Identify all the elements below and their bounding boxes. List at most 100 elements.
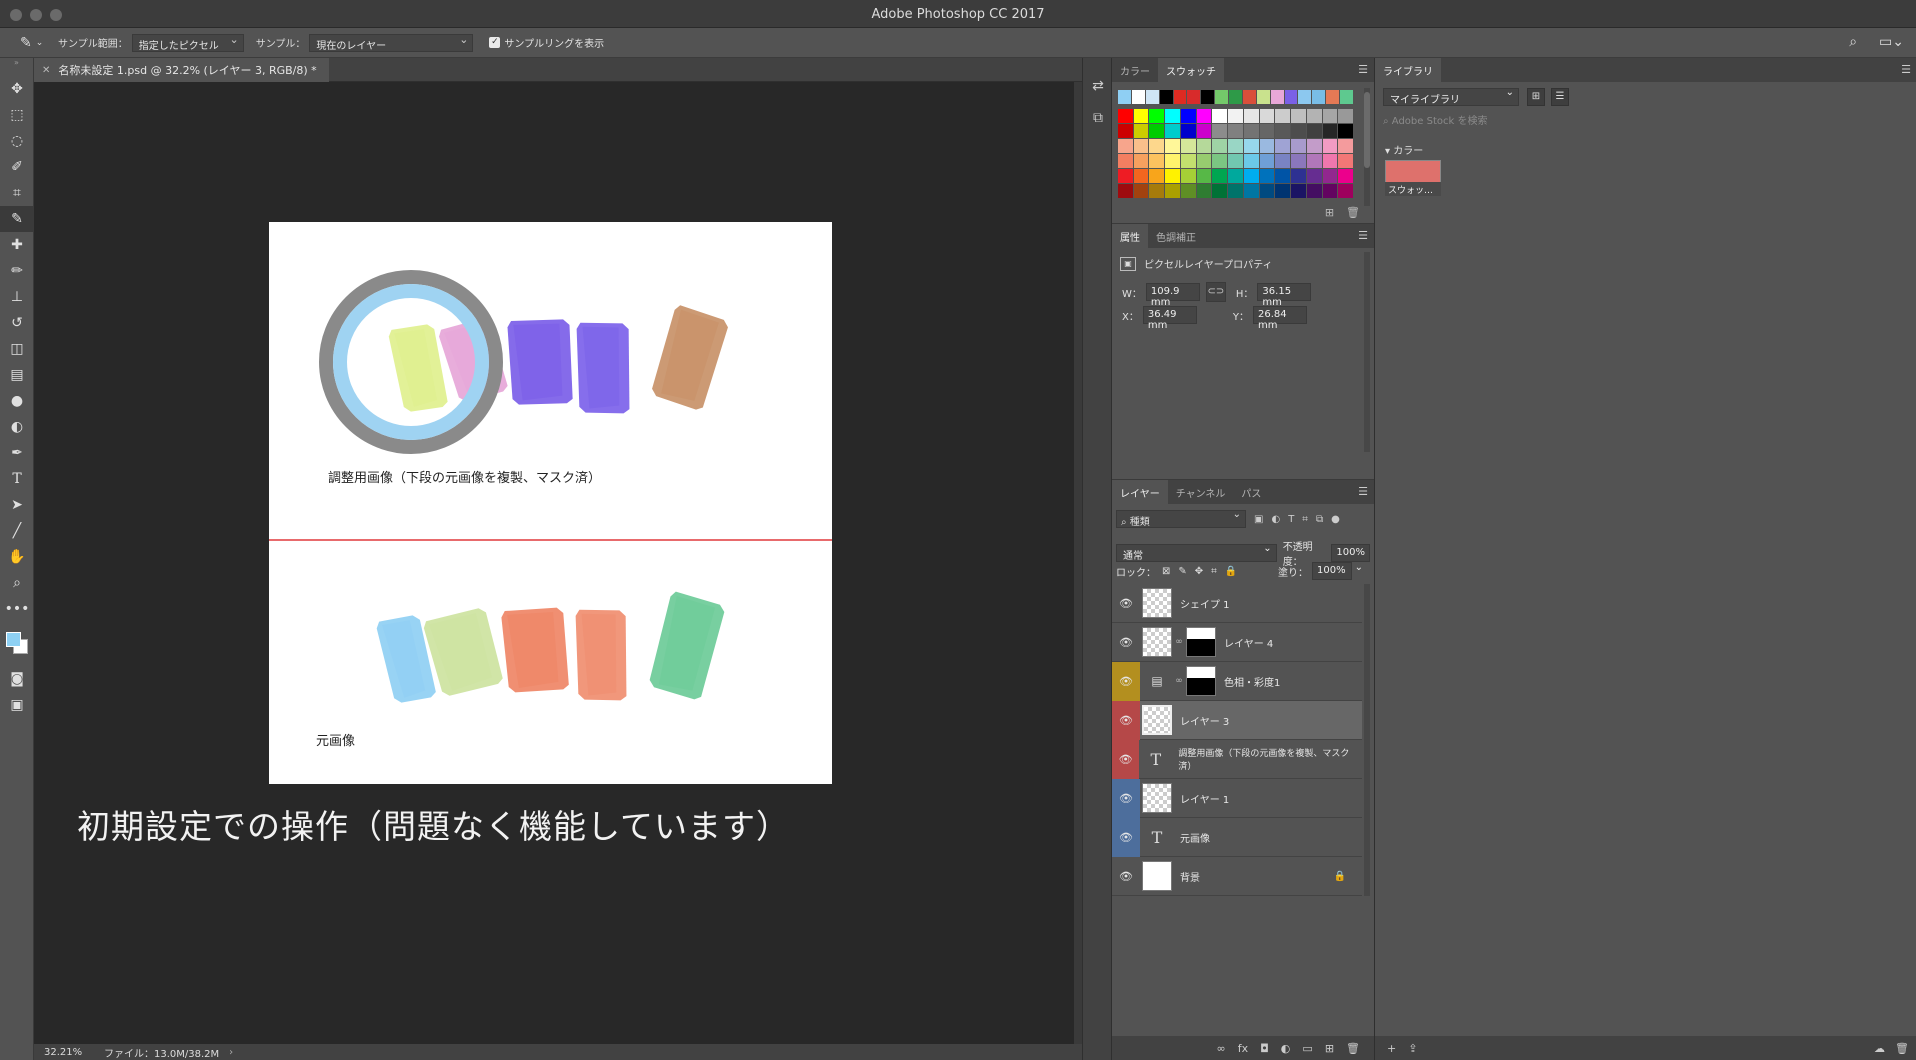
swatch[interactable] <box>1133 154 1149 168</box>
swatch[interactable] <box>1275 139 1291 153</box>
swatches-scrollbar[interactable] <box>1364 88 1370 206</box>
swatch[interactable] <box>1228 139 1243 153</box>
clone-stamp-icon[interactable]: ⊥ <box>0 284 34 310</box>
swatch[interactable] <box>1291 139 1306 153</box>
eyedropper-icon[interactable]: ✎ ⌄ <box>20 34 46 52</box>
filter-adjustment-icon[interactable]: ◐ <box>1271 514 1280 525</box>
layer-row[interactable]: 👁 レイヤー 1 <box>1112 778 1362 818</box>
add-content-icon[interactable]: + <box>1387 1042 1396 1055</box>
swatch[interactable] <box>1149 154 1165 168</box>
swatch[interactable] <box>1118 109 1133 123</box>
filter-pixel-icon[interactable]: ▣ <box>1254 514 1263 525</box>
layers-scrollbar[interactable] <box>1364 584 1370 896</box>
type-icon[interactable]: T <box>0 466 34 492</box>
swatch[interactable] <box>1212 109 1228 123</box>
swatch[interactable] <box>1159 90 1173 104</box>
swatch[interactable] <box>1180 139 1196 153</box>
swatch[interactable] <box>1118 139 1133 153</box>
swatch[interactable] <box>1215 90 1228 104</box>
swatch[interactable] <box>1149 184 1165 198</box>
swatch[interactable] <box>1118 154 1133 168</box>
swatch[interactable] <box>1133 184 1149 198</box>
history-brush-icon[interactable]: ↺ <box>0 310 34 336</box>
new-swatch-icon[interactable]: ⊞ <box>1325 206 1334 219</box>
layer-row[interactable]: 👁 シェイプ 1 <box>1112 584 1362 623</box>
swatch[interactable] <box>1338 124 1354 138</box>
filter-toggle-icon[interactable]: ● <box>1331 514 1340 525</box>
swatch[interactable] <box>1338 109 1354 123</box>
adjust-panel-icon[interactable]: ⧉ <box>1083 102 1113 134</box>
status-menu-arrow[interactable]: › <box>229 1047 233 1058</box>
swatch[interactable] <box>1165 124 1180 138</box>
creative-cloud-icon[interactable]: ☁ <box>1874 1042 1885 1055</box>
swatch[interactable] <box>1196 124 1212 138</box>
chain-link-icon[interactable]: ∞ <box>1174 676 1184 686</box>
layer-row-selected[interactable]: 👁 レイヤー 3 <box>1112 700 1362 740</box>
marquee-icon[interactable]: ⬚ <box>0 102 34 128</box>
swatch[interactable] <box>1165 109 1180 123</box>
lock-pixels-icon[interactable]: ✎ <box>1178 566 1186 577</box>
layer-row[interactable]: 👁 ▤ ∞ 色相・彩度1 <box>1112 661 1362 701</box>
swatch[interactable] <box>1228 109 1243 123</box>
filter-type-icon[interactable]: T <box>1288 514 1294 525</box>
swatch[interactable] <box>1256 90 1270 104</box>
swatch[interactable] <box>1338 139 1354 153</box>
opacity-field[interactable]: 100% <box>1331 544 1380 562</box>
swatch[interactable] <box>1228 154 1243 168</box>
swatch[interactable] <box>1338 184 1354 198</box>
properties-scrollbar[interactable] <box>1364 252 1370 452</box>
tab-properties[interactable]: 属性 <box>1112 224 1148 248</box>
swatch[interactable] <box>1243 154 1259 168</box>
lasso-icon[interactable]: ◌ <box>0 128 34 154</box>
swatch[interactable] <box>1133 109 1149 123</box>
more-tools-icon[interactable]: ••• <box>0 596 34 622</box>
layer-row[interactable]: 👁 T 元画像 <box>1112 817 1362 857</box>
visibility-eye-icon[interactable]: 👁 <box>1112 778 1140 818</box>
swatch[interactable] <box>1149 139 1165 153</box>
swatch[interactable] <box>1306 169 1322 183</box>
swatch[interactable] <box>1243 139 1259 153</box>
show-sampling-ring-checkbox[interactable]: ✓ サンプルリングを表示 <box>489 35 604 50</box>
swatch[interactable] <box>1212 124 1228 138</box>
eraser-icon[interactable]: ◫ <box>0 336 34 362</box>
color-swatches[interactable] <box>0 622 34 666</box>
swatch[interactable] <box>1118 90 1131 104</box>
swatch[interactable] <box>1306 139 1322 153</box>
swatch[interactable] <box>1322 139 1338 153</box>
swatch[interactable] <box>1270 90 1284 104</box>
x-field[interactable]: 36.49 mm <box>1142 306 1197 331</box>
visibility-eye-icon[interactable]: 👁 <box>1112 817 1140 857</box>
canvas-scrollbar[interactable] <box>1074 82 1082 1044</box>
swatch[interactable] <box>1180 154 1196 168</box>
panel-menu-icon[interactable]: ☰ <box>1901 63 1911 76</box>
swatch[interactable] <box>1275 154 1291 168</box>
swatch[interactable] <box>1196 154 1212 168</box>
visibility-eye-icon[interactable]: 👁 <box>1112 584 1140 623</box>
swatch[interactable] <box>1180 124 1196 138</box>
swatch[interactable] <box>1149 109 1165 123</box>
swatch[interactable] <box>1212 169 1228 183</box>
swatch[interactable] <box>1165 184 1180 198</box>
blur-icon[interactable]: ● <box>0 388 34 414</box>
swatch[interactable] <box>1212 139 1228 153</box>
eyedropper-icon[interactable]: ✎ <box>0 206 34 232</box>
layer-mask-thumbnail[interactable] <box>1186 627 1216 657</box>
panel-menu-icon[interactable]: ☰ <box>1358 63 1368 76</box>
layer-style-icon[interactable]: fx <box>1238 1042 1248 1055</box>
panel-menu-icon[interactable]: ☰ <box>1358 485 1368 498</box>
filter-smart-object-icon[interactable]: ⧉ <box>1316 514 1323 525</box>
upload-icon[interactable]: ⇪ <box>1408 1042 1417 1055</box>
history-panel-icon[interactable]: ⇄ <box>1083 70 1113 102</box>
swatch[interactable] <box>1306 109 1322 123</box>
swatch[interactable] <box>1298 90 1312 104</box>
swatch[interactable] <box>1306 184 1322 198</box>
swatch[interactable] <box>1291 109 1306 123</box>
trash-icon[interactable]: 🗑 <box>1895 1042 1909 1055</box>
swatch[interactable] <box>1131 90 1145 104</box>
swatch[interactable] <box>1133 139 1149 153</box>
width-field[interactable]: 109.9 mm <box>1145 283 1200 308</box>
workspace-icon[interactable]: ▭⌄ <box>1879 34 1904 50</box>
swatch[interactable] <box>1173 90 1187 104</box>
swatch[interactable] <box>1306 124 1322 138</box>
swatch[interactable] <box>1243 109 1259 123</box>
